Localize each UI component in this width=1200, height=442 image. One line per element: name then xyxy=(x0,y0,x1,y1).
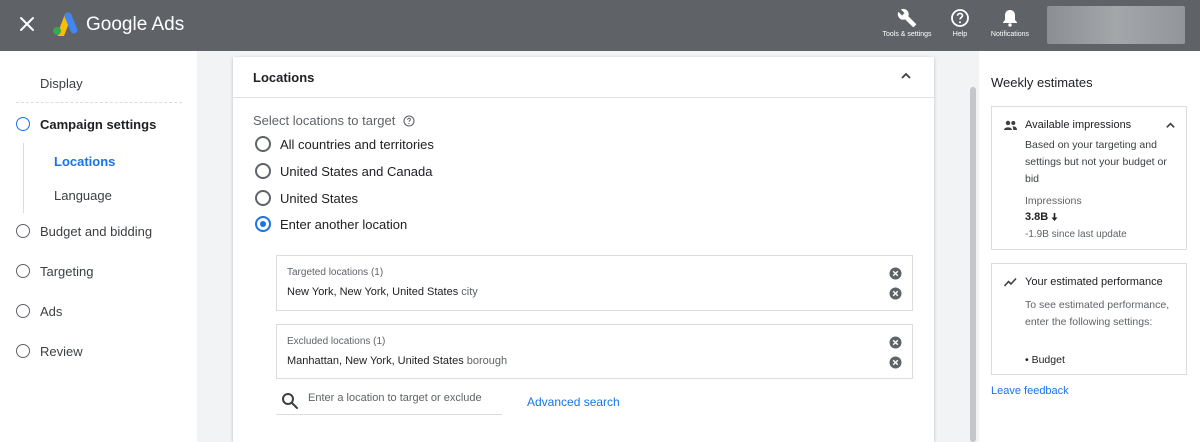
trend-icon xyxy=(1004,277,1017,287)
targeted-location-kind: city xyxy=(461,286,478,298)
tools-settings-label: Tools & settings xyxy=(882,31,932,38)
help-button[interactable]: Help xyxy=(934,8,986,39)
option-label: Enter another location xyxy=(280,216,408,232)
notifications-label: Notifications xyxy=(990,31,1030,38)
locations-card: Locations Select locations to target All… xyxy=(233,57,934,442)
option-another-location[interactable]: Enter another location xyxy=(255,216,407,232)
card-header[interactable]: Locations xyxy=(233,57,934,98)
option-label: United States and Canada xyxy=(280,163,433,179)
step-indicator xyxy=(16,117,30,131)
targeted-locations-box: Targeted locations (1) New York, New Yor… xyxy=(276,255,913,311)
excluded-location-value: Manhattan, New York, United States borou… xyxy=(287,355,507,367)
radio-button[interactable] xyxy=(255,163,271,179)
nav-item-label: Campaign settings xyxy=(40,116,157,132)
main-scrollbar[interactable] xyxy=(970,87,976,442)
location-search-row xyxy=(276,387,502,415)
option-all-countries[interactable]: All countries and territories xyxy=(255,136,434,152)
top-bar: Google Ads Tools & settings Help Notific… xyxy=(0,0,1200,51)
nav-item-label: Budget and bidding xyxy=(40,223,153,239)
google-ads-logo xyxy=(53,12,78,36)
remove-targeted-location-icon[interactable] xyxy=(889,287,902,300)
impressions-description: Based on your targeting and settings but… xyxy=(1025,139,1167,185)
nav-item-review[interactable]: Review xyxy=(16,341,83,361)
select-locations-text: Select locations to target xyxy=(253,113,396,128)
performance-description: To see estimated performance, enter the … xyxy=(1025,299,1170,328)
excluded-locations-title: Excluded locations (1) xyxy=(287,336,386,347)
chevron-up-icon[interactable] xyxy=(1165,120,1176,131)
notifications-button[interactable]: Notifications xyxy=(984,8,1036,39)
performance-item-label: Budget xyxy=(1031,354,1065,366)
select-locations-label: Select locations to target xyxy=(253,113,415,128)
sub-nav-line xyxy=(23,143,24,213)
help-label: Help xyxy=(952,31,968,38)
remove-excluded-location-icon[interactable] xyxy=(889,356,902,369)
impressions-value: 3.8B xyxy=(1025,211,1059,223)
weekly-estimates-panel: Weekly estimates Available impressions B… xyxy=(979,51,1200,442)
leave-feedback-link[interactable]: Leave feedback xyxy=(991,385,1069,397)
step-indicator xyxy=(16,264,30,278)
available-impressions-header[interactable]: Available impressions xyxy=(1004,119,1131,131)
help-icon xyxy=(951,9,969,27)
step-indicator xyxy=(16,304,30,318)
info-icon[interactable] xyxy=(403,114,415,127)
excluded-location-kind: borough xyxy=(466,355,508,367)
sub-nav-item-language[interactable]: Language xyxy=(54,188,112,203)
chevron-up-icon[interactable] xyxy=(900,70,912,82)
left-navigation: Display Campaign settings Locations Lang… xyxy=(0,51,197,442)
step-indicator xyxy=(16,224,30,238)
estimated-performance-header: Your estimated performance xyxy=(1004,276,1163,288)
targeted-location-value: New York, New York, United States city xyxy=(287,286,478,298)
wrench-icon xyxy=(897,8,917,28)
tools-settings-button[interactable]: Tools & settings xyxy=(881,8,933,39)
option-us-canada[interactable]: United States and Canada xyxy=(255,163,433,179)
bell-icon xyxy=(1003,10,1017,27)
search-icon xyxy=(282,393,298,409)
impressions-number: 3.8B xyxy=(1025,211,1049,223)
radio-button[interactable] xyxy=(255,190,271,206)
step-indicator xyxy=(16,344,30,358)
option-label: United States xyxy=(280,190,359,206)
targeted-location-name: New York, New York, United States xyxy=(287,286,459,298)
nav-item-display[interactable]: Display xyxy=(40,76,83,91)
nav-item-campaign-settings[interactable]: Campaign settings xyxy=(16,114,156,134)
clear-all-excluded-icon[interactable] xyxy=(889,336,902,349)
advanced-search-link[interactable]: Advanced search xyxy=(527,395,620,409)
performance-item: • Budget xyxy=(1025,354,1065,366)
sub-nav-item-locations[interactable]: Locations xyxy=(54,154,115,169)
nav-item-budget-bidding[interactable]: Budget and bidding xyxy=(16,221,152,241)
arrow-down-icon xyxy=(1051,213,1058,221)
option-united-states[interactable]: United States xyxy=(255,190,358,206)
app-title: Google Ads xyxy=(86,14,185,35)
excluded-location-name: Manhattan, New York, United States xyxy=(287,355,464,367)
nav-item-label: Targeting xyxy=(40,263,94,279)
clear-all-targeted-icon[interactable] xyxy=(889,267,902,280)
location-search-input[interactable] xyxy=(308,392,498,404)
people-icon xyxy=(1004,120,1017,130)
close-icon[interactable] xyxy=(17,14,37,34)
available-impressions-title: Available impressions xyxy=(1025,119,1132,131)
estimated-performance-title: Your estimated performance xyxy=(1025,276,1163,288)
option-label: All countries and territories xyxy=(280,136,434,152)
nav-item-targeting[interactable]: Targeting xyxy=(16,261,93,281)
estimated-performance-card: Your estimated performance To see estima… xyxy=(991,263,1187,375)
available-impressions-card: Available impressions Based on your targ… xyxy=(991,106,1187,250)
weekly-estimates-title: Weekly estimates xyxy=(991,75,1093,90)
nav-item-label: Ads xyxy=(40,303,63,319)
nav-item-label: Review xyxy=(40,343,83,359)
targeted-locations-title: Targeted locations (1) xyxy=(287,267,384,278)
impressions-change: -1.9B since last update xyxy=(1025,229,1127,240)
radio-button[interactable] xyxy=(255,136,271,152)
nav-divider xyxy=(16,102,182,103)
card-title: Locations xyxy=(253,70,315,85)
nav-item-ads[interactable]: Ads xyxy=(16,301,62,321)
impressions-label: Impressions xyxy=(1025,195,1082,207)
excluded-locations-box: Excluded locations (1) Manhattan, New Yo… xyxy=(276,324,913,379)
radio-button-selected[interactable] xyxy=(255,216,271,232)
account-avatar[interactable] xyxy=(1047,6,1185,44)
